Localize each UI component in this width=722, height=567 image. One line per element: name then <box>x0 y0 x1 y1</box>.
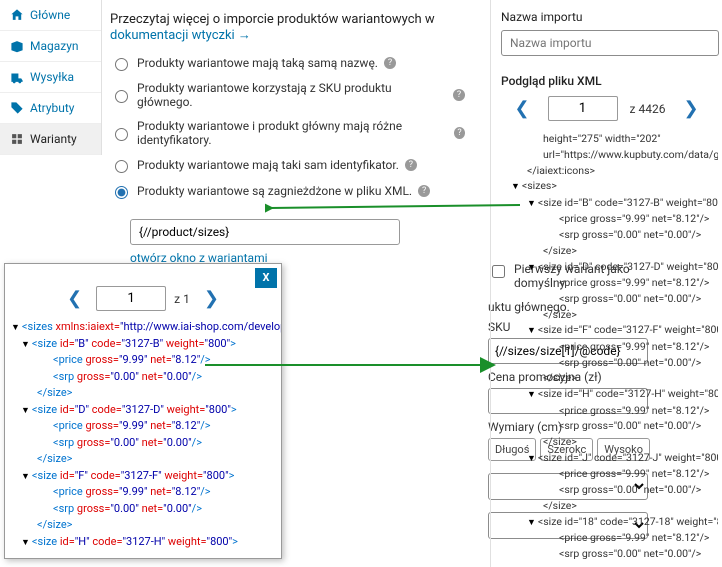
page-total: z 1 <box>174 292 190 306</box>
sidebar-item-label: Wysyłka <box>30 70 74 84</box>
import-name-input[interactable] <box>501 30 719 56</box>
sidebar-item-warehouse[interactable]: Magazyn <box>0 31 101 62</box>
next-icon[interactable]: ❯ <box>673 98 708 119</box>
sidebar-item-main[interactable]: Główne <box>0 0 101 31</box>
sidebar: Główne Magazyn Wysyłka Atrybuty Warianty <box>0 0 102 155</box>
popup-xml: ▼<sizes xmlns:iaiext="http://www.iai-sho… <box>5 319 281 556</box>
sidebar-item-shipping[interactable]: Wysyłka <box>0 62 101 93</box>
section-header: Przeczytaj więcej o imporcie produktów w… <box>110 12 465 43</box>
radio-parent-sku[interactable]: Produkty wariantowe korzystają z SKU pro… <box>110 81 465 109</box>
sidebar-item-label: Atrybuty <box>30 101 74 115</box>
tag-icon <box>10 101 24 115</box>
main-panel: Przeczytaj więcej o imporcie produktów w… <box>110 0 465 273</box>
sidebar-item-label: Magazyn <box>30 39 79 53</box>
hint-icon[interactable]: ? <box>453 89 465 101</box>
hint-icon[interactable]: ? <box>384 57 396 69</box>
preview-xml: height="275" width="202" url="https://ww… <box>495 131 718 562</box>
truck-icon <box>10 70 24 84</box>
right-panel: Nazwa importu Podgląd pliku XML ❮ z 4426… <box>490 0 722 567</box>
sidebar-item-label: Warianty <box>30 132 77 146</box>
page-total: z 4426 <box>630 102 666 116</box>
preview-header: Podgląd pliku XML <box>501 74 718 88</box>
hint-icon[interactable]: ? <box>418 185 430 197</box>
radio-same-name[interactable]: Produkty wariantowe mają taką samą nazwę… <box>110 55 465 71</box>
sidebar-item-attributes[interactable]: Atrybuty <box>0 93 101 124</box>
next-icon[interactable]: ❯ <box>194 288 229 309</box>
variants-popup: X ❮ z 1 ❯ ▼<sizes xmlns:iaiext="http://w… <box>4 263 282 559</box>
prev-icon[interactable]: ❮ <box>504 98 539 119</box>
popup-pager: ❮ z 1 ❯ <box>5 264 281 319</box>
close-button[interactable]: X <box>255 268 277 288</box>
radio-nested-xml[interactable]: Produkty wariantowe są zagnieżdżone w pl… <box>110 183 465 199</box>
home-icon <box>10 8 24 22</box>
xpath-input[interactable] <box>130 219 400 245</box>
radio-same-id[interactable]: Produkty wariantowe mają taki sam identy… <box>110 157 465 173</box>
sidebar-item-variants[interactable]: Warianty <box>0 124 101 155</box>
sidebar-item-label: Główne <box>30 8 70 22</box>
import-name-label: Nazwa importu <box>501 10 718 24</box>
hint-icon[interactable]: ? <box>405 159 417 171</box>
page-input[interactable] <box>96 286 166 311</box>
box-icon <box>10 39 24 53</box>
doc-link[interactable]: dokumentacji wtyczki → <box>110 28 251 43</box>
radio-diff-ids[interactable]: Produkty wariantowe i produkt główny maj… <box>110 119 465 147</box>
page-input[interactable] <box>548 96 618 121</box>
preview-pager: ❮ z 4426 ❯ <box>495 96 718 121</box>
prev-icon[interactable]: ❮ <box>57 288 92 309</box>
grid-icon <box>10 132 24 146</box>
hint-icon[interactable]: ? <box>454 127 465 139</box>
